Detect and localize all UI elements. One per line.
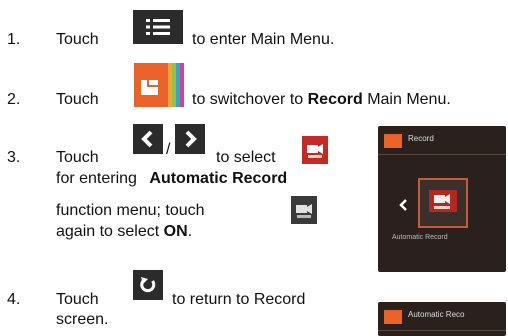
step-4-number: 4. bbox=[7, 291, 21, 308]
screenshot2-header: Automatic Reco bbox=[408, 310, 465, 319]
record-mode-icon[interactable] bbox=[134, 63, 184, 107]
step-3-touch-text: Touch bbox=[56, 149, 99, 166]
menu-list-icon[interactable] bbox=[133, 10, 183, 44]
step-3-select-text: to select bbox=[216, 149, 276, 166]
step-2-record-bold: Record bbox=[307, 91, 363, 108]
step-4-description: to return to Record bbox=[172, 291, 306, 308]
step-3-number: 3. bbox=[7, 149, 21, 166]
step-2-text: to switchover to bbox=[192, 91, 304, 108]
step-2-number: 2. bbox=[7, 91, 21, 108]
device-screenshot-record-menu: Record Automatic Record bbox=[378, 126, 506, 272]
left-arrow-icon[interactable] bbox=[133, 124, 163, 154]
selected-auto-record-tile bbox=[418, 178, 468, 228]
step-3-line2: for entering Automatic Record bbox=[56, 169, 287, 188]
auto-record-icon[interactable] bbox=[302, 136, 328, 164]
record-mode-badge-2 bbox=[384, 310, 402, 324]
step-3-on-bold: ON bbox=[163, 223, 188, 240]
auto-record-icon-2[interactable] bbox=[291, 196, 317, 224]
step-1-description: to enter Main Menu. bbox=[192, 31, 335, 48]
right-arrow-icon[interactable] bbox=[175, 124, 205, 154]
step-1-touch-text: Touch bbox=[56, 31, 99, 48]
header-divider bbox=[378, 154, 506, 155]
step-2-tail: Main Menu. bbox=[367, 91, 451, 108]
step-3-line4: again to select ON. bbox=[56, 222, 192, 241]
step-2-touch-text: Touch bbox=[56, 91, 99, 108]
return-icon[interactable] bbox=[133, 270, 163, 300]
step-3-entering-text: for entering bbox=[56, 170, 137, 187]
device-screenshot-record-screen: Automatic Reco bbox=[378, 302, 506, 336]
step-3-line3: function menu; touch bbox=[56, 202, 205, 219]
step-3-automatic-record-bold: Automatic Record bbox=[149, 170, 288, 187]
step-3-period: . bbox=[187, 223, 193, 240]
step-4-touch-text: Touch bbox=[56, 291, 99, 308]
screenshot1-caption: Automatic Record bbox=[392, 234, 448, 241]
step-3-again-text: again to select bbox=[56, 223, 160, 240]
screenshot1-header: Record bbox=[408, 134, 434, 143]
step-3-separator: / bbox=[166, 141, 171, 158]
screen-left-arrow-icon bbox=[398, 198, 408, 217]
record-mode-badge bbox=[384, 134, 402, 148]
header-divider-2 bbox=[378, 330, 506, 331]
step-1-number: 1. bbox=[7, 31, 21, 48]
step-4-line2: screen. bbox=[56, 311, 109, 328]
step-2-description: to switchover to Record Main Menu. bbox=[192, 90, 451, 109]
